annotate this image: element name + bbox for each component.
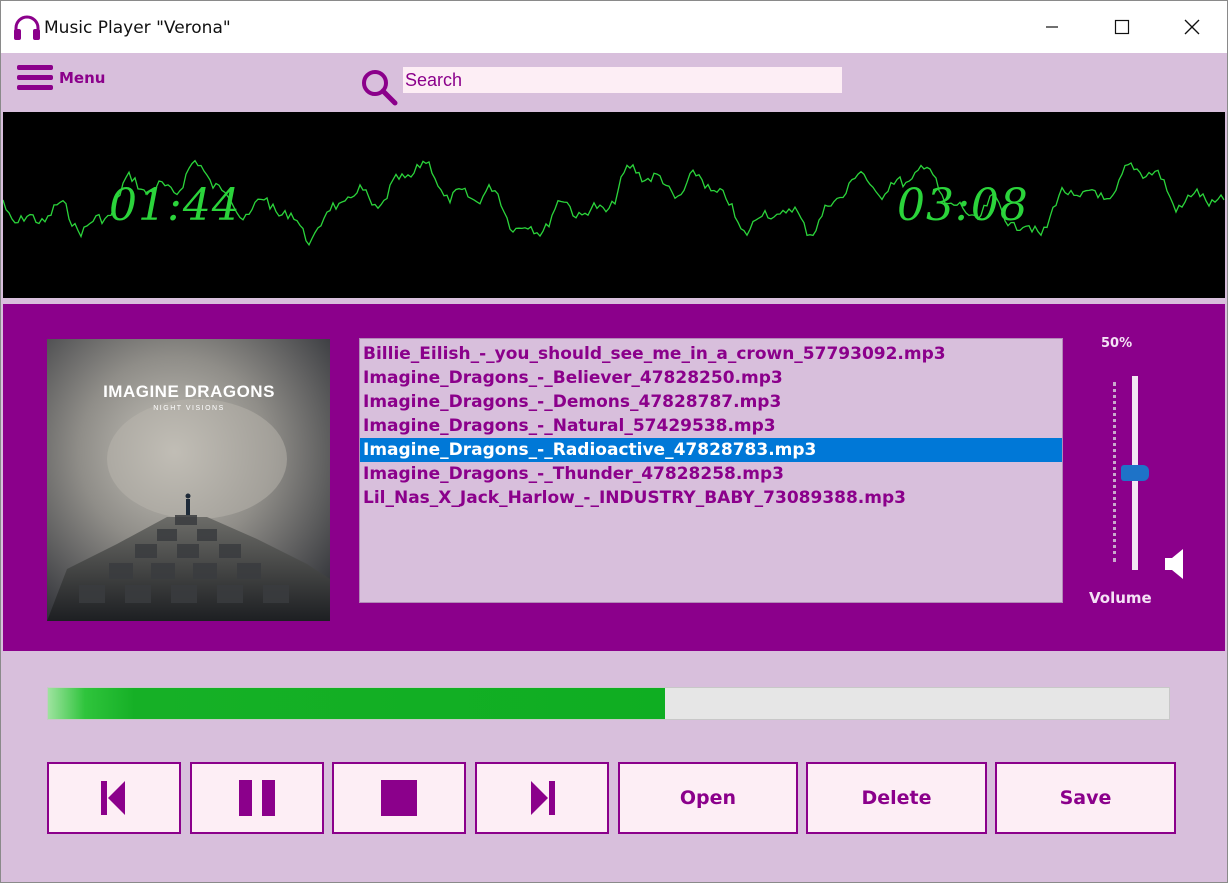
- playlist[interactable]: Billie_Eilish_-_you_should_see_me_in_a_c…: [359, 338, 1063, 603]
- menu-label: Menu: [59, 69, 106, 87]
- playback-progress-bar[interactable]: [47, 687, 1170, 720]
- playlist-item[interactable]: Imagine_Dragons_-_Natural_57429538.mp3: [360, 414, 1062, 438]
- minimize-icon: [1046, 26, 1058, 28]
- save-button[interactable]: Save: [995, 762, 1176, 834]
- progress-fill: [48, 688, 665, 719]
- playlist-item[interactable]: Billie_Eilish_-_you_should_see_me_in_a_c…: [360, 342, 1062, 366]
- pause-button[interactable]: [190, 762, 324, 834]
- next-icon: [531, 781, 555, 815]
- menu-button[interactable]: Menu: [17, 61, 117, 95]
- delete-button-label: Delete: [861, 787, 932, 809]
- playlist-item[interactable]: Imagine_Dragons_-_Radioactive_47828783.m…: [360, 438, 1062, 462]
- maximize-button[interactable]: [1087, 1, 1157, 53]
- window-title: Music Player "Verona": [44, 18, 231, 38]
- volume-label: Volume: [1089, 589, 1152, 607]
- waveform-display: 01:44 03:08: [3, 112, 1225, 298]
- player-panel: IMAGINE DRAGONS NIGHT VISIONS Billie_Eil…: [3, 304, 1225, 651]
- toolbar: Menu: [3, 53, 1225, 111]
- cover-album-text: NIGHT VISIONS: [153, 405, 225, 412]
- next-button[interactable]: [475, 762, 609, 834]
- delete-button[interactable]: Delete: [806, 762, 987, 834]
- open-button[interactable]: Open: [618, 762, 798, 834]
- playlist-item[interactable]: Imagine_Dragons_-_Thunder_47828258.mp3: [360, 462, 1062, 486]
- speaker-icon[interactable]: [1163, 547, 1187, 581]
- search-icon[interactable]: [359, 67, 399, 107]
- elapsed-time: 01:44: [109, 180, 241, 231]
- volume-percent: 50%: [1101, 336, 1133, 351]
- title-bar[interactable]: Music Player "Verona": [1, 1, 1227, 53]
- playlist-item[interactable]: Imagine_Dragons_-_Believer_47828250.mp3: [360, 366, 1062, 390]
- maximize-icon: [1114, 19, 1130, 35]
- stop-icon: [381, 780, 417, 816]
- pause-icon: [239, 780, 275, 816]
- previous-button[interactable]: [47, 762, 181, 834]
- search-input[interactable]: [403, 67, 842, 93]
- album-cover: IMAGINE DRAGONS NIGHT VISIONS: [47, 339, 330, 621]
- open-button-label: Open: [679, 787, 737, 809]
- headphones-icon: [14, 15, 40, 40]
- volume-ticks: [1113, 382, 1117, 562]
- stop-button[interactable]: [332, 762, 466, 834]
- music-player-window: Music Player "Verona" Menu Search 01:44 …: [0, 0, 1228, 883]
- volume-slider-thumb[interactable]: [1121, 465, 1149, 481]
- playlist-item[interactable]: Lil_Nas_X_Jack_Harlow_-_INDUSTRY_BABY_73…: [360, 486, 1062, 510]
- minimize-button[interactable]: [1017, 1, 1087, 53]
- total-time: 03:08: [897, 180, 1029, 231]
- cover-artist-text: IMAGINE DRAGONS: [103, 382, 275, 401]
- close-icon: [1184, 19, 1200, 35]
- save-button-label: Save: [1059, 787, 1112, 809]
- album-cover-art: IMAGINE DRAGONS NIGHT VISIONS: [47, 339, 330, 621]
- playlist-item[interactable]: Imagine_Dragons_-_Demons_47828787.mp3: [360, 390, 1062, 414]
- close-button[interactable]: [1157, 1, 1227, 53]
- hamburger-menu-icon: [17, 65, 53, 90]
- previous-icon: [101, 781, 125, 815]
